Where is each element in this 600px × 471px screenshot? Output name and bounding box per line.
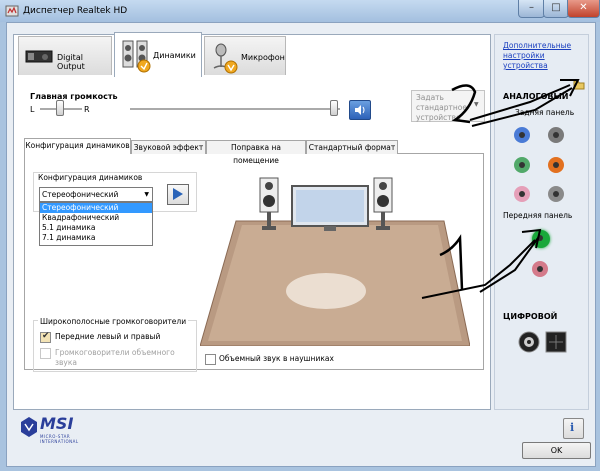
speaker-config-select[interactable]: Стереофонический ▼ <box>39 187 153 202</box>
volume-slider-thumb[interactable] <box>330 100 338 116</box>
tab-default-format[interactable]: Стандартный формат <box>306 140 398 154</box>
surround-checkbox[interactable] <box>40 348 51 359</box>
realtek-app-icon <box>5 4 19 18</box>
tab-sound-effects[interactable]: Звуковой эффект <box>131 140 206 154</box>
monitor-icon <box>290 184 370 236</box>
speakers-icon <box>121 39 151 75</box>
volume-slider-track[interactable] <box>130 108 340 111</box>
tab-speaker-config[interactable]: Конфигурация динамиков <box>24 138 131 154</box>
dropdown-option-7-1[interactable]: 7.1 динамика <box>40 233 152 243</box>
headphone-surround-label: Объемный звук в наушниках <box>219 354 334 363</box>
wideband-speakers-title: Широкополосные громкоговорители <box>38 317 189 326</box>
close-button[interactable]: ✕ <box>567 0 600 18</box>
msi-logo-subtitle: MICRO-STAR INTERNATIONAL <box>40 434 79 444</box>
maximize-button[interactable]: □ <box>543 0 569 18</box>
balance-left-label: L <box>30 105 35 114</box>
speaker-config-dropdown: Стереофонический Квадрафонический 5.1 ди… <box>39 202 153 246</box>
chevron-down-icon: ▼ <box>144 191 149 198</box>
speaker-volume-icon <box>353 103 367 119</box>
main-volume-label: Главная громкость <box>30 92 118 101</box>
msi-logo: MSI MICRO-STAR INTERNATIONAL <box>20 414 110 444</box>
info-icon: i <box>570 421 575 434</box>
coaxial-output-icon[interactable] <box>518 331 540 355</box>
check-icon: ✔ <box>42 331 50 341</box>
mute-button[interactable] <box>349 100 371 120</box>
tab-microphone-label: Микрофон <box>241 53 285 62</box>
balance-slider-thumb[interactable] <box>56 100 64 116</box>
front-left-speaker[interactable] <box>258 176 280 234</box>
tab-microphone[interactable]: Микрофон <box>204 36 286 75</box>
tab-room-correction[interactable]: Поправка на помещение <box>206 140 306 165</box>
balance-right-label: R <box>84 105 90 114</box>
handwritten-annotation: 2 1 <box>410 70 600 310</box>
advanced-settings-link[interactable]: Дополнительные настройки устройства <box>503 41 583 71</box>
digital-output-icon <box>25 47 53 67</box>
digital-section-title: ЦИФРОВОЙ <box>503 312 558 321</box>
speaker-config-label: Конфигурация динамиков <box>38 173 143 182</box>
speaker-config-selected: Стереофонический <box>42 190 119 199</box>
front-right-speaker[interactable] <box>372 176 394 234</box>
dropdown-option-5-1[interactable]: 5.1 динамика <box>40 223 152 233</box>
tab-digital-output[interactable]: Digital Output <box>18 36 112 75</box>
tab-digital-output-label: Digital Output <box>57 53 85 71</box>
tab-speakers-label: Динамики <box>153 51 196 60</box>
microphone-icon <box>209 43 239 77</box>
surround-label: Громкоговорители объемного звука <box>55 348 175 367</box>
front-lr-label: Передние левый и правый <box>55 332 161 341</box>
ok-button[interactable]: OK <box>522 442 591 459</box>
window-title: Диспетчер Realtek HD <box>23 6 128 16</box>
optical-output-icon[interactable] <box>545 331 567 355</box>
dropdown-option-quad[interactable]: Квадрафонический <box>40 213 152 223</box>
headphone-surround-checkbox[interactable] <box>205 354 216 365</box>
msi-logo-text: MSI <box>40 414 74 433</box>
play-icon <box>173 188 183 200</box>
info-button[interactable]: i <box>563 418 584 439</box>
minimize-button[interactable]: – <box>518 0 545 18</box>
tab-speakers[interactable]: Динамики <box>114 32 202 77</box>
dropdown-option-stereo[interactable]: Стереофонический <box>40 203 152 213</box>
front-lr-checkbox[interactable]: ✔ <box>40 331 51 343</box>
test-play-button[interactable] <box>167 184 189 205</box>
